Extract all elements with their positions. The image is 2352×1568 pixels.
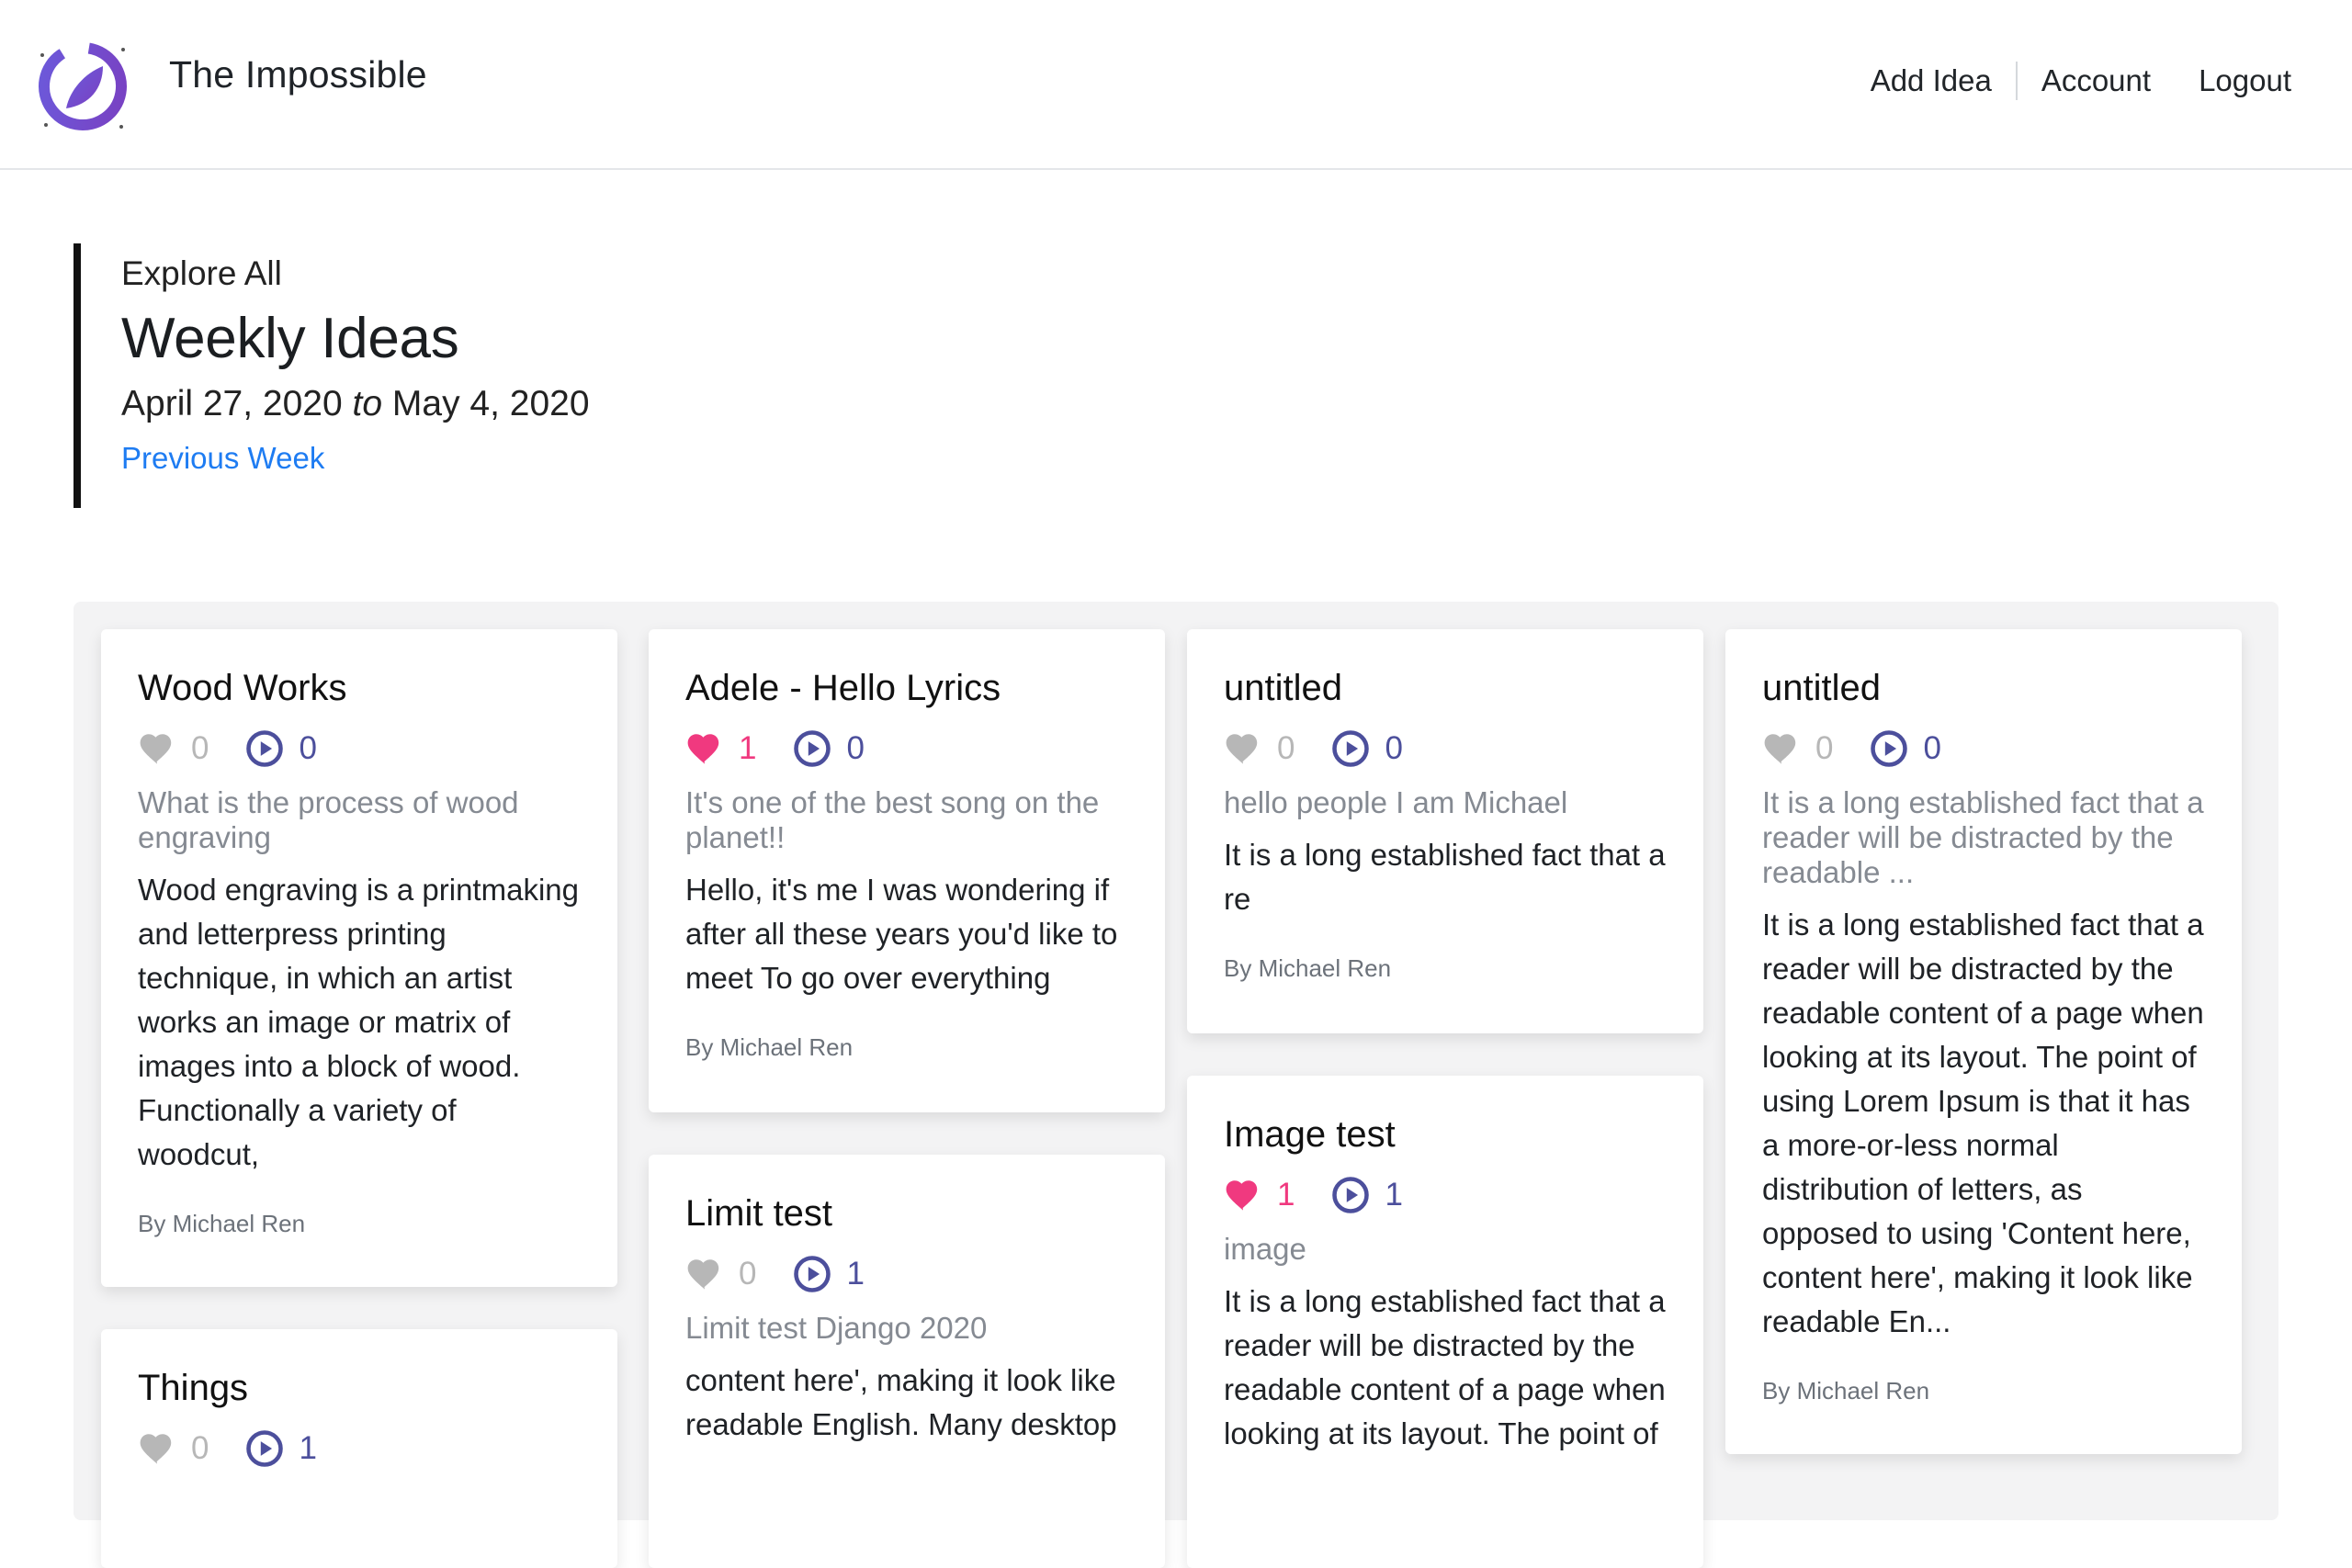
play-icon [246, 1430, 284, 1467]
play-icon [1332, 730, 1370, 767]
play-button[interactable]: 1 [793, 1255, 865, 1293]
idea-card[interactable]: Adele - Hello Lyrics 1 0 It's one of the… [649, 629, 1165, 1112]
idea-card[interactable]: Image test 1 1 image It is a long establ… [1187, 1076, 1703, 1568]
heart-icon [1226, 734, 1258, 764]
play-button[interactable]: 1 [1331, 1176, 1403, 1214]
idea-title[interactable]: Adele - Hello Lyrics [685, 664, 1128, 712]
play-count: 0 [299, 730, 317, 766]
idea-title[interactable]: Things [138, 1364, 581, 1412]
idea-stats: 1 0 [685, 727, 1128, 771]
like-button[interactable]: 0 [138, 729, 209, 768]
page-title: Weekly Ideas [121, 307, 459, 370]
like-count: 1 [739, 730, 757, 766]
explore-all-label: Explore All [121, 254, 282, 292]
like-button[interactable]: 1 [1224, 1176, 1295, 1214]
like-count: 0 [191, 1430, 209, 1466]
like-button[interactable]: 1 [685, 729, 756, 768]
heart-icon [140, 1434, 172, 1464]
heart-icon [687, 734, 719, 764]
idea-card[interactable]: Limit test 0 1 Limit test Django 2020 co… [649, 1155, 1165, 1568]
range-start: April 27, 2020 [121, 384, 343, 423]
play-count: 0 [846, 730, 865, 766]
heart-icon [687, 1259, 719, 1290]
idea-author: By Michael Ren [1224, 954, 1392, 982]
ideas-board: Wood Works 0 0 What is the process of wo… [74, 602, 2278, 1568]
range-separator: to [352, 384, 383, 423]
idea-title[interactable]: untitled [1762, 664, 2205, 712]
play-icon [1871, 730, 1908, 767]
idea-subtitle: It is a long established fact that a rea… [1762, 785, 2204, 889]
top-navbar: The Impossible Add Idea Account Logout [0, 0, 2352, 170]
idea-title[interactable]: Image test [1224, 1111, 1667, 1158]
play-button[interactable]: 0 [1331, 729, 1403, 768]
idea-author: By Michael Ren [685, 1033, 854, 1061]
like-count: 0 [1277, 730, 1295, 766]
idea-body: Hello, it's me I was wondering if after … [685, 873, 1118, 995]
play-button[interactable]: 1 [245, 1429, 317, 1468]
play-button[interactable]: 0 [793, 729, 865, 768]
play-count: 1 [846, 1256, 865, 1292]
like-count: 0 [739, 1256, 757, 1292]
play-icon [794, 730, 831, 767]
idea-stats: 0 0 [1224, 727, 1667, 771]
idea-title[interactable]: Wood Works [138, 664, 581, 712]
idea-body: content here', making it look like reada… [685, 1363, 1117, 1441]
idea-subtitle: It's one of the best song on the planet!… [685, 785, 1100, 854]
like-button[interactable]: 0 [138, 1429, 209, 1468]
play-button[interactable]: 0 [1870, 729, 1941, 768]
main-nav: Add Idea Account Logout [1847, 59, 2315, 103]
idea-card[interactable]: untitled 0 0 hello people I am Michael I… [1187, 629, 1703, 1033]
week-intro: Explore All Weekly Ideas April 27, 2020 … [74, 243, 590, 508]
like-count: 0 [1815, 730, 1834, 766]
heart-icon [1226, 1180, 1258, 1211]
play-icon [1332, 1177, 1370, 1213]
idea-title[interactable]: untitled [1224, 664, 1667, 712]
play-icon [794, 1256, 831, 1292]
idea-subtitle: Limit test Django 2020 [685, 1311, 988, 1345]
idea-body: It is a long established fact that a rea… [1762, 908, 2204, 1338]
idea-card[interactable]: Wood Works 0 0 What is the process of wo… [101, 629, 617, 1287]
idea-card[interactable]: untitled 0 0 It is a long established fa… [1725, 629, 2242, 1454]
idea-subtitle: image [1224, 1232, 1306, 1266]
play-icon [246, 730, 284, 767]
idea-stats: 0 1 [685, 1252, 1128, 1296]
idea-card[interactable]: Things 0 1 [101, 1329, 617, 1568]
idea-body: Wood engraving is a printmaking and lett… [138, 873, 579, 1171]
previous-week-link[interactable]: Previous Week [121, 441, 590, 476]
idea-title[interactable]: Limit test [685, 1190, 1128, 1237]
heart-icon [1764, 734, 1796, 764]
like-button[interactable]: 0 [1224, 729, 1295, 768]
idea-body: It is a long established fact that a rea… [1224, 1284, 1666, 1450]
like-count: 1 [1277, 1177, 1295, 1213]
account-link[interactable]: Account [2018, 59, 2175, 103]
date-range: April 27, 2020 to May 4, 2020 [121, 384, 590, 424]
idea-author: By Michael Ren [138, 1210, 306, 1237]
play-button[interactable]: 0 [245, 729, 317, 768]
range-end: May 4, 2020 [391, 384, 590, 423]
like-button[interactable]: 0 [685, 1255, 756, 1293]
logout-link[interactable]: Logout [2175, 59, 2315, 103]
play-count: 1 [299, 1430, 317, 1466]
heart-icon [140, 734, 172, 764]
idea-stats: 1 1 [1224, 1173, 1667, 1217]
play-count: 1 [1385, 1177, 1403, 1213]
idea-body: It is a long established fact that a re [1224, 838, 1666, 916]
brand-name[interactable]: The Impossible [169, 53, 427, 96]
like-count: 0 [191, 730, 209, 766]
idea-stats: 0 0 [1762, 727, 2205, 771]
add-idea-link[interactable]: Add Idea [1847, 59, 2016, 103]
like-button[interactable]: 0 [1762, 729, 1833, 768]
play-count: 0 [1385, 730, 1403, 766]
idea-author: By Michael Ren [1762, 1377, 1930, 1404]
idea-stats: 0 0 [138, 727, 581, 771]
idea-subtitle: What is the process of wood engraving [138, 785, 519, 854]
idea-subtitle: hello people I am Michael [1224, 785, 1568, 819]
idea-stats: 0 1 [138, 1427, 581, 1471]
logo-icon[interactable] [33, 37, 132, 136]
play-count: 0 [1923, 730, 1941, 766]
